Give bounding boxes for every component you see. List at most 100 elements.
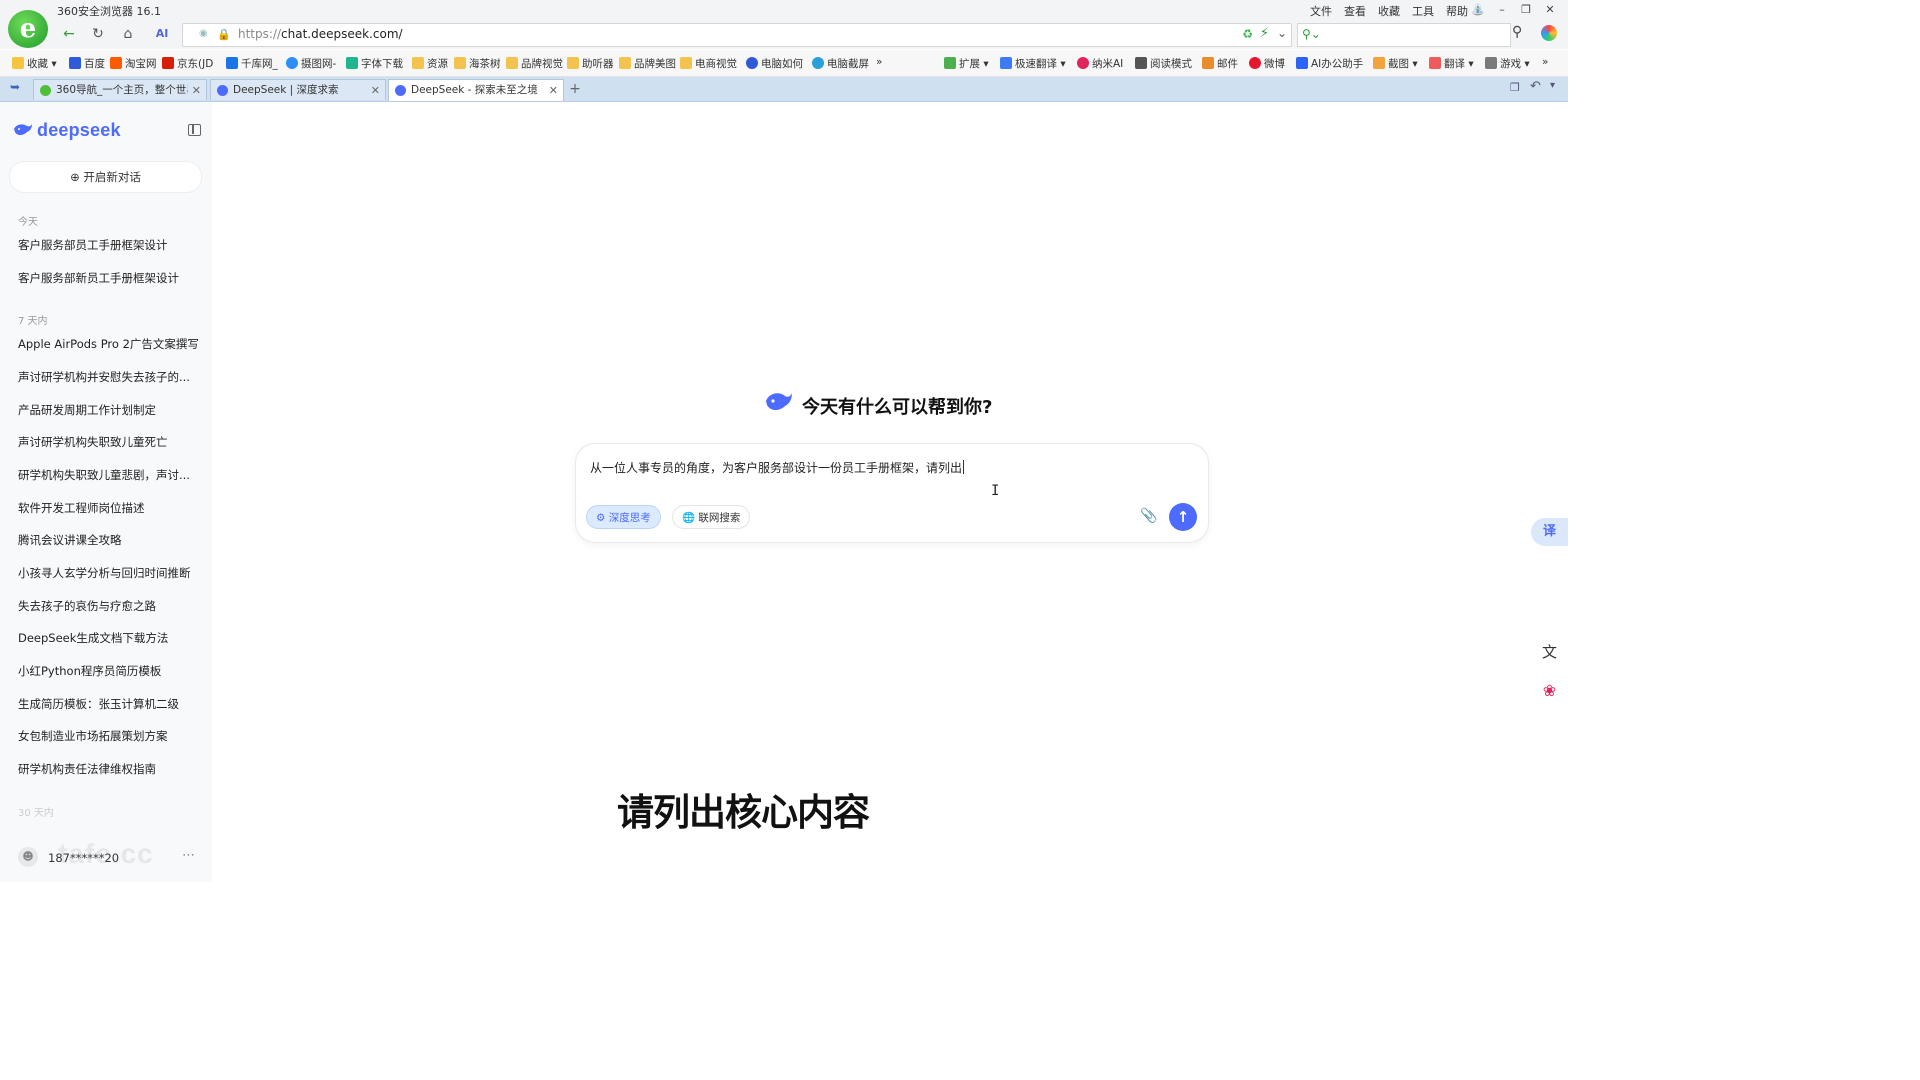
deep-think-toggle[interactable]: ⚙ 深度思考 <box>586 505 661 529</box>
speed-mode-icon[interactable]: ⚡ <box>1260 26 1269 41</box>
bookmark-folder-hearing-aid[interactable]: 助听器 <box>567 56 614 71</box>
chat-history-item[interactable]: 女包制造业市场拓展策划方案 <box>18 728 168 744</box>
chat-history-item[interactable]: 客户服务部员工手册框架设计 <box>18 237 168 253</box>
tool-reading-mode[interactable]: 阅读模式 <box>1135 56 1192 71</box>
chat-history-item[interactable]: 生成简历模板：张玉计算机二级 <box>18 696 179 712</box>
attachment-icon[interactable]: 📎 <box>1140 508 1157 524</box>
undo-close-icon[interactable]: ↶ <box>1530 79 1541 94</box>
tool-games[interactable]: 游戏 ▾ <box>1485 56 1530 71</box>
bookmark-screenshot[interactable]: 电脑截屏 <box>812 56 869 71</box>
chat-history-item[interactable]: 客户服务部新员工手册框架设计 <box>18 270 179 286</box>
chat-history-item[interactable]: 小孩寻人玄学分析与回归时间推断 <box>18 565 191 581</box>
deepseek-logo[interactable]: deepseek <box>13 120 121 141</box>
search-icon[interactable]: ⚲ <box>1512 24 1522 40</box>
bookmark-folder-resources[interactable]: 资源 <box>412 56 448 71</box>
menu-tools[interactable]: 工具 <box>1412 3 1434 19</box>
ai-translate-icon[interactable]: 文 <box>1531 638 1568 666</box>
skin-icon[interactable]: ⛲ <box>1466 1 1490 19</box>
collapse-sidebar-icon[interactable] <box>188 124 201 136</box>
toolbar-overflow-icon[interactable]: » <box>1542 56 1548 68</box>
bookmark-folder-ecommerce[interactable]: 电商视觉 <box>680 56 737 71</box>
chevron-down-icon[interactable]: ⌄ <box>1277 26 1287 40</box>
tool-fast-translate[interactable]: 极速翻译 ▾ <box>1000 56 1066 71</box>
nano-ai-icon[interactable]: ❀ <box>1531 677 1568 705</box>
bookmark-folder-brand-images[interactable]: 品牌美图 <box>619 56 676 71</box>
menu-help[interactable]: 帮助 <box>1446 3 1468 19</box>
greeting-text: 今天有什么可以帮到你? <box>802 397 993 418</box>
menu-favorites[interactable]: 收藏 <box>1378 3 1400 19</box>
more-options-icon[interactable]: ⋯ <box>182 848 195 863</box>
deepseek-whale-icon <box>766 393 792 411</box>
tab-list-icon[interactable]: ❐ <box>1510 81 1520 94</box>
home-button[interactable]: ⌂ <box>117 24 139 44</box>
tab-menu-chevron-icon[interactable]: ▾ <box>1550 80 1555 91</box>
close-tab-icon[interactable]: ✕ <box>549 80 558 101</box>
browser-logo-icon[interactable]: e <box>8 10 48 48</box>
chat-history-item[interactable]: 软件开发工程师岗位描述 <box>18 500 145 516</box>
chat-history-item[interactable]: 声讨研学机构并安慰失去孩子的... <box>18 369 190 385</box>
tool-mail[interactable]: 邮件 <box>1202 56 1238 71</box>
menu-view[interactable]: 查看 <box>1344 3 1366 19</box>
search-box[interactable]: ⚲⌄ <box>1297 23 1511 47</box>
new-chat-button[interactable]: ⊕ 开启新对话 <box>10 162 201 192</box>
search-engine-icon[interactable]: ⚲⌄ <box>1302 27 1321 41</box>
avatar-icon: ☻ <box>18 847 38 867</box>
tool-weibo[interactable]: 微博 <box>1249 56 1285 71</box>
browser-title: 360安全浏览器 16.1 <box>57 5 161 18</box>
bookmark-howto[interactable]: 电脑如何 <box>746 56 803 71</box>
bookmark-taobao[interactable]: 淘宝网 <box>110 56 157 71</box>
whale-icon <box>14 124 32 135</box>
bookmark-699pic[interactable]: 摄图网- <box>286 56 336 71</box>
chat-history-item[interactable]: 研学机构失职致儿童悲剧，声讨... <box>18 467 190 483</box>
browser-menu: 文件 查看 收藏 工具 帮助 <box>1310 3 1468 19</box>
tool-translate[interactable]: 翻译 ▾ <box>1429 56 1474 71</box>
url-host: chat.deepseek.com/ <box>281 27 403 41</box>
url-text[interactable]: https://chat.deepseek.com/ <box>238 27 403 41</box>
bookmark-favorites[interactable]: 收藏 ▾ <box>12 56 57 71</box>
refresh-button[interactable]: ↻ <box>87 24 109 44</box>
message-composer[interactable]: 从一位人事专员的角度，为客户服务部设计一份员工手册框架，请列出 ⚙ 深度思考 🌐… <box>575 443 1209 543</box>
tool-nano-ai[interactable]: 纳米AI <box>1077 56 1123 71</box>
back-button[interactable]: ← <box>58 24 80 44</box>
chat-history-item[interactable]: 小红Python程序员简历模板 <box>18 663 161 679</box>
bookmark-folder-tea[interactable]: 海茶树 <box>454 56 501 71</box>
chat-history-item[interactable]: Apple AirPods Pro 2广告文案撰写 <box>18 336 199 352</box>
chat-history-item[interactable]: 腾讯会议讲课全攻略 <box>18 532 122 548</box>
new-tab-button[interactable]: + <box>566 80 584 98</box>
close-tab-icon[interactable]: ✕ <box>192 80 201 101</box>
close-window-button[interactable]: ✕ <box>1538 1 1562 19</box>
bookmark-jd[interactable]: 京东(JD <box>162 56 213 71</box>
chat-history-item[interactable]: DeepSeek生成文档下载方法 <box>18 630 168 646</box>
chat-history-item[interactable]: 失去孩子的哀伤与疗愈之路 <box>18 598 156 614</box>
address-bar[interactable]: ◉ 🔒 https://chat.deepseek.com/ ♻ ⚡ ⌄ <box>182 23 1292 47</box>
tool-screenshot[interactable]: 截图 ▾ <box>1373 56 1418 71</box>
bookmark-588ku[interactable]: 千库网_ <box>226 56 278 71</box>
message-input[interactable]: 从一位人事专员的角度，为客户服务部设计一份员工手册框架，请列出 <box>590 459 965 476</box>
chat-history-item[interactable]: 研学机构责任法律维权指南 <box>18 761 156 777</box>
restore-button[interactable]: ❐ <box>1514 1 1538 19</box>
ai-icon[interactable]: AI <box>151 24 173 44</box>
bookmark-fonts[interactable]: 字体下载 <box>346 56 403 71</box>
extension-icon[interactable] <box>1541 25 1557 41</box>
chat-history-item[interactable]: 声讨研学机构失职致儿童死亡 <box>18 434 168 450</box>
tab-strip: ➥ 360导航_一个主页，整个世界 ✕ DeepSeek | 深度求索 ✕ De… <box>0 77 1568 102</box>
bookmarks-overflow-icon[interactable]: » <box>876 56 882 68</box>
web-search-toggle[interactable]: 🌐 联网搜索 <box>672 505 751 529</box>
send-button[interactable]: ↑ <box>1169 503 1197 531</box>
minimize-button[interactable]: – <box>1490 1 1514 19</box>
menu-file[interactable]: 文件 <box>1310 3 1332 19</box>
sync-icon[interactable]: ♻ <box>1242 27 1253 41</box>
tab-deepseek-chat[interactable]: DeepSeek - 探索未至之境 ✕ <box>388 79 564 101</box>
bookmark-folder-brand-visual[interactable]: 品牌视觉 <box>506 56 563 71</box>
tab-360-home[interactable]: 360导航_一个主页，整个世界 ✕ <box>33 79 207 100</box>
bookmark-baidu[interactable]: 百度 <box>69 56 105 71</box>
tab-deepseek-company[interactable]: DeepSeek | 深度求索 ✕ <box>210 79 386 100</box>
tool-extensions[interactable]: 扩展 ▾ <box>944 56 989 71</box>
text-caret <box>963 460 965 474</box>
chat-history-item[interactable]: 产品研发周期工作计划制定 <box>18 402 156 418</box>
page-translate-button[interactable]: 译 <box>1531 518 1568 546</box>
tool-ai-office[interactable]: AI办公助手 <box>1296 56 1363 71</box>
sidebar-toggle-icon[interactable]: ➥ <box>10 80 20 94</box>
close-tab-icon[interactable]: ✕ <box>371 80 380 101</box>
360-favicon-icon <box>40 85 51 96</box>
